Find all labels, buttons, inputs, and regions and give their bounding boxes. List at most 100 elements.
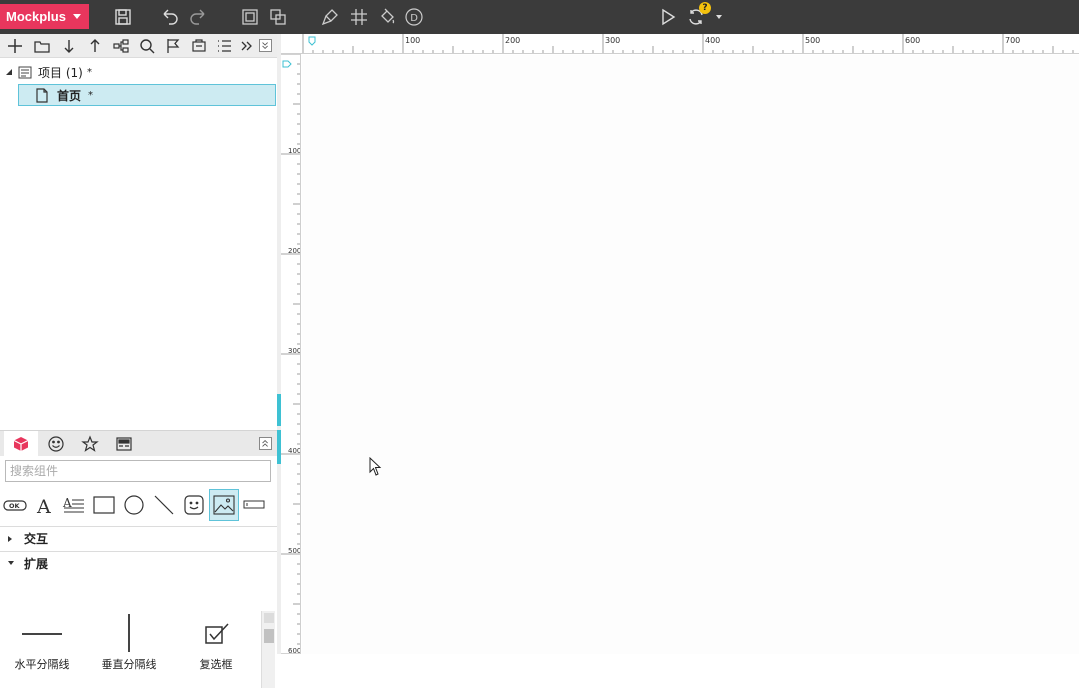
checkbox-widget[interactable]: 复选框 bbox=[176, 612, 256, 682]
ruler-label: 200 bbox=[288, 247, 301, 255]
ruler-label: 100 bbox=[405, 36, 420, 45]
redo-icon[interactable] bbox=[188, 7, 208, 27]
group-icon[interactable] bbox=[240, 7, 260, 27]
brand-label: Mockplus bbox=[6, 9, 66, 24]
svg-text:A: A bbox=[36, 496, 51, 516]
vertical-divider-widget[interactable]: 垂直分隔线 bbox=[89, 612, 169, 682]
star-icon bbox=[81, 435, 99, 452]
play-icon[interactable] bbox=[658, 7, 678, 27]
move-down-icon[interactable] bbox=[60, 37, 78, 55]
paragraph-widget[interactable]: A bbox=[59, 489, 89, 521]
grid-icon[interactable] bbox=[349, 7, 369, 27]
project-label: 项目 (1) bbox=[38, 66, 83, 80]
expand-triangle-icon bbox=[8, 536, 12, 542]
ruler-origin-marker bbox=[282, 60, 292, 68]
search-icon[interactable] bbox=[138, 37, 156, 55]
image-widget[interactable] bbox=[209, 489, 239, 521]
horizontal-ruler[interactable]: 100 200 300 400 500 600 700 bbox=[281, 34, 1079, 54]
ruler-label: 200 bbox=[505, 36, 520, 45]
input-widget[interactable] bbox=[239, 489, 269, 521]
widget-label: 水平分隔线 bbox=[14, 658, 70, 671]
checkbox-icon bbox=[205, 623, 229, 644]
unsaved-marker: * bbox=[88, 90, 93, 101]
ruler-label: 400 bbox=[705, 36, 720, 45]
smiley-icon bbox=[48, 436, 64, 452]
collapse-components-icon[interactable] bbox=[259, 437, 272, 450]
horizontal-divider-widget[interactable]: 水平分隔线 bbox=[2, 612, 82, 682]
project-icon bbox=[18, 66, 32, 79]
paragraph-icon: A bbox=[62, 496, 84, 513]
button-widget[interactable]: OK bbox=[0, 489, 30, 521]
project-root[interactable]: 项目 (1) * bbox=[0, 62, 276, 84]
format-brush-icon[interactable] bbox=[320, 7, 340, 27]
top-toolbar: Mockplus D ? bbox=[0, 0, 1079, 34]
component-search-input[interactable] bbox=[5, 460, 271, 482]
scroll-up-icon[interactable] bbox=[264, 613, 274, 623]
add-folder-icon[interactable] bbox=[33, 37, 51, 55]
templates-tab[interactable] bbox=[107, 431, 141, 457]
expand-triangle-icon[interactable] bbox=[6, 69, 12, 75]
basic-widgets: OK A A bbox=[0, 489, 278, 523]
d-circle-icon[interactable]: D bbox=[404, 7, 424, 27]
design-canvas[interactable] bbox=[302, 55, 1079, 654]
help-badge-icon[interactable]: ? bbox=[699, 2, 711, 14]
icon-widget[interactable] bbox=[179, 489, 209, 521]
ruler-label: 500 bbox=[288, 547, 301, 555]
mouse-cursor-icon bbox=[369, 457, 382, 476]
favorites-tab[interactable] bbox=[73, 431, 107, 457]
app-menu-button[interactable]: Mockplus bbox=[0, 4, 89, 29]
input-icon bbox=[243, 500, 265, 509]
collapse-triangle-icon bbox=[8, 561, 14, 565]
category-label: 扩展 bbox=[24, 557, 49, 571]
icons-tab[interactable] bbox=[39, 431, 73, 457]
horizontal-line-icon bbox=[22, 633, 62, 635]
components-tab[interactable] bbox=[4, 431, 38, 457]
page-item-home[interactable]: 首页 * bbox=[18, 84, 276, 106]
ruler-label: 600 bbox=[905, 36, 920, 45]
svg-text:OK: OK bbox=[9, 502, 21, 510]
left-panel: 项目 (1) * 首页 * OK A A bbox=[0, 34, 278, 688]
scroll-thumb[interactable] bbox=[264, 629, 274, 643]
extension-scrollbar[interactable] bbox=[261, 611, 275, 688]
text-widget[interactable]: A bbox=[29, 489, 59, 521]
collapse-panel-icon[interactable] bbox=[259, 39, 272, 52]
widget-label: 复选框 bbox=[199, 658, 233, 671]
flag-icon[interactable] bbox=[164, 37, 182, 55]
ruler-label: 500 bbox=[805, 36, 820, 45]
sync-dropdown-icon[interactable] bbox=[716, 15, 722, 19]
category-interaction[interactable]: 交互 bbox=[0, 527, 278, 551]
cube-icon bbox=[13, 437, 29, 451]
ruler-label: 600 bbox=[288, 647, 301, 654]
undo-icon[interactable] bbox=[160, 7, 180, 27]
category-label: 交互 bbox=[24, 532, 49, 546]
rectangle-widget[interactable] bbox=[89, 489, 119, 521]
ungroup-icon[interactable] bbox=[268, 7, 288, 27]
ruler-origin-marker bbox=[308, 36, 316, 46]
more-icon[interactable] bbox=[238, 37, 256, 55]
svg-text:D: D bbox=[410, 13, 418, 24]
vertical-ruler[interactable]: 100 200 300 400 500 600 bbox=[281, 54, 301, 654]
add-page-icon[interactable] bbox=[6, 37, 24, 55]
list-icon[interactable] bbox=[215, 37, 233, 55]
ruler-label: 700 bbox=[1005, 36, 1020, 45]
ruler-label: 300 bbox=[605, 36, 620, 45]
line-widget[interactable] bbox=[149, 489, 179, 521]
project-toolbar bbox=[0, 34, 278, 58]
ruler-label: 400 bbox=[288, 447, 301, 455]
sitemap-icon[interactable] bbox=[112, 37, 130, 55]
vertical-line-icon bbox=[128, 614, 130, 652]
ruler-label: 100 bbox=[288, 147, 301, 155]
component-tabs bbox=[0, 430, 278, 457]
page-settings-icon[interactable] bbox=[190, 37, 208, 55]
ruler-label: 300 bbox=[288, 347, 301, 355]
move-up-icon[interactable] bbox=[86, 37, 104, 55]
page-icon bbox=[36, 88, 48, 103]
page-label: 首页 bbox=[57, 89, 82, 103]
fill-bucket-icon[interactable] bbox=[377, 7, 397, 27]
widget-label: 垂直分隔线 bbox=[101, 658, 157, 671]
button-icon: OK bbox=[3, 500, 27, 511]
template-icon bbox=[116, 437, 132, 451]
category-extension[interactable]: 扩展 bbox=[0, 552, 278, 576]
circle-widget[interactable] bbox=[119, 489, 149, 521]
save-icon[interactable] bbox=[113, 7, 133, 27]
